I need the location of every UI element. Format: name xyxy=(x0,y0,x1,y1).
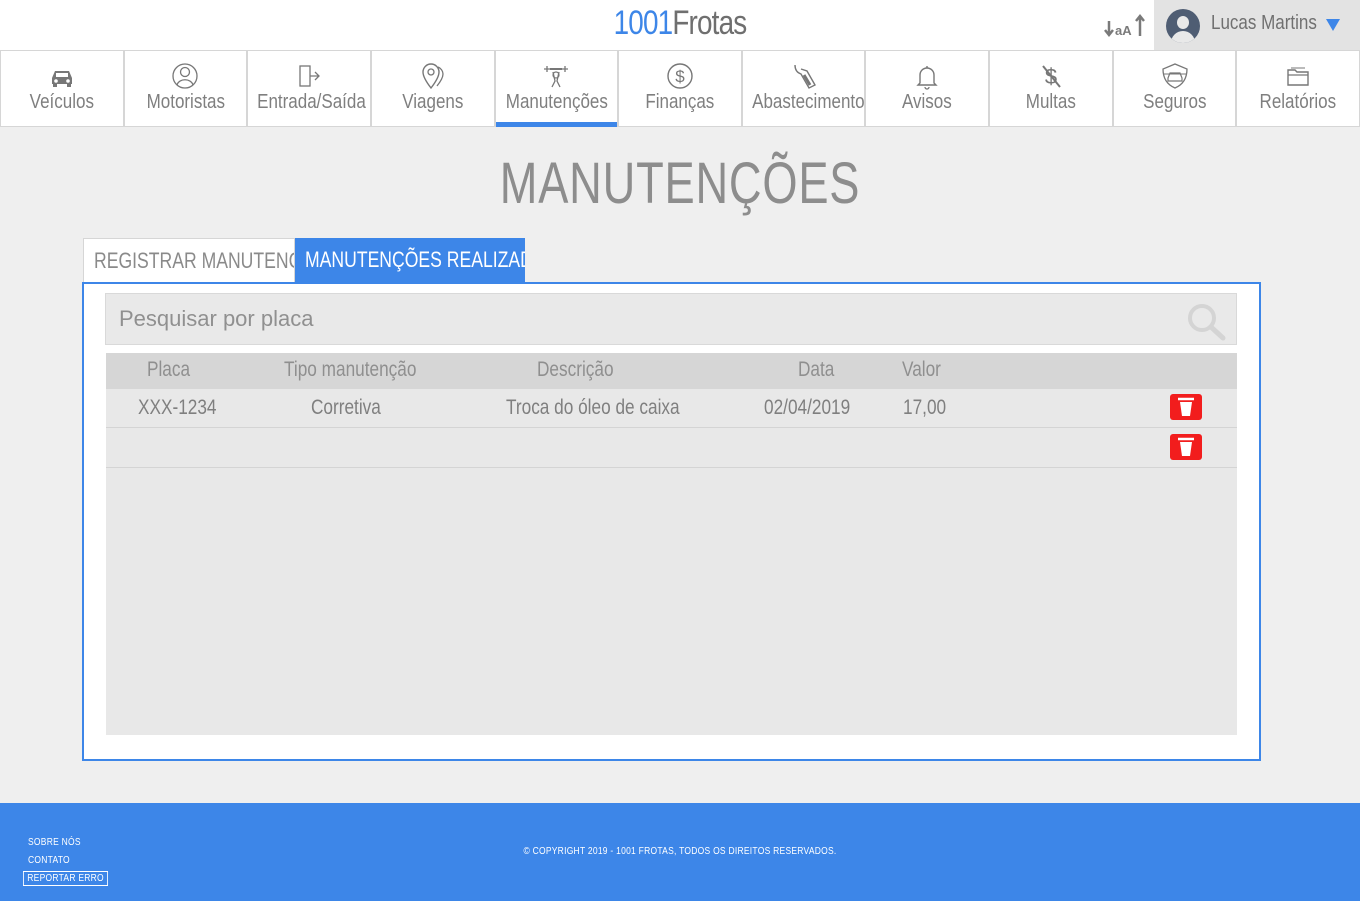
tab-manutencoes-realizadas[interactable]: MANUTENÇÕES REALIZADAS xyxy=(295,238,525,282)
brand-logo[interactable]: 1001Frotas xyxy=(122,4,1237,43)
nav-item-avisos[interactable]: Avisos xyxy=(865,51,990,126)
search-input[interactable] xyxy=(106,294,1166,344)
cell-placa: XXX-1234 xyxy=(138,396,217,419)
nav-label: Veículos xyxy=(29,91,94,113)
nav-label: Entrada/Saída xyxy=(257,91,367,113)
font-size-label: aA xyxy=(1115,23,1132,38)
nav-item-relatorios[interactable]: Relatórios xyxy=(1236,51,1360,126)
column-header-tipo[interactable]: Tipo manutenção xyxy=(284,358,416,382)
svg-text:$: $ xyxy=(675,67,685,86)
nav-label: Abastecimento xyxy=(751,91,865,113)
footer-link-contato[interactable]: CONTATO xyxy=(28,855,70,866)
nav-label: Avisos xyxy=(902,91,953,113)
cell-descricao: Troca do óleo de caixa xyxy=(506,396,680,419)
nav-item-motoristas[interactable]: Motoristas xyxy=(123,51,248,126)
wrench-icon xyxy=(544,66,569,88)
cell-data: 02/04/2019 xyxy=(764,396,851,419)
map-pin-icon xyxy=(422,63,444,90)
font-size-icon: aA xyxy=(1104,13,1145,38)
car-icon xyxy=(51,71,72,87)
column-header-data[interactable]: Data xyxy=(798,358,834,382)
nav-label: Motoristas xyxy=(146,91,225,113)
fuel-nozzle-icon xyxy=(793,64,816,89)
column-header-placa[interactable]: Placa xyxy=(147,358,190,382)
no-dollar-icon: $ xyxy=(1042,64,1061,89)
chevron-down-icon[interactable] xyxy=(1326,19,1340,31)
user-menu[interactable]: Lucas Martins xyxy=(1154,0,1360,50)
cell-tipo: Corretiva xyxy=(311,396,381,419)
footer: SOBRE NÓS CONTATO REPORTAR ERRO © COPYRI… xyxy=(0,803,1360,901)
maintenance-list-panel: Placa Tipo manutenção Descrição Data Val… xyxy=(82,282,1261,761)
table-row[interactable]: XXX-1234 Corretiva Troca do óleo de caix… xyxy=(106,389,1237,428)
driver-icon xyxy=(172,63,199,89)
font-size-toggle[interactable]: aA xyxy=(1104,12,1146,40)
door-exit-icon xyxy=(299,65,321,87)
nav-label: Finanças xyxy=(645,91,715,113)
brand-name: Frotas xyxy=(672,4,747,42)
column-header-descricao[interactable]: Descrição xyxy=(537,358,614,382)
cell-valor: 17,00 xyxy=(903,396,947,419)
bell-icon xyxy=(916,66,938,90)
nav-item-multas[interactable]: $ Multas xyxy=(989,51,1113,126)
delete-button[interactable] xyxy=(1170,394,1202,420)
nav-label: Multas xyxy=(1025,91,1076,113)
table-header: Placa Tipo manutenção Descrição Data Val… xyxy=(106,353,1237,389)
tab-registrar-manutencao[interactable]: REGISTRAR MANUTENÇÃO xyxy=(83,238,295,282)
user-name: Lucas Martins xyxy=(1211,12,1317,34)
footer-link-sobre-nos[interactable]: SOBRE NÓS xyxy=(28,837,81,848)
nav-label: Relatórios xyxy=(1259,91,1337,113)
nav-item-financas[interactable]: $ Finanças xyxy=(618,51,742,126)
tab-label: REGISTRAR MANUTENÇÃO xyxy=(94,248,294,273)
nav-item-entrada-saida[interactable]: Entrada/Saída xyxy=(247,51,371,126)
nav-label: Manutenções xyxy=(505,91,608,113)
trash-icon xyxy=(1178,397,1194,416)
page-title: MANUTENÇÕES xyxy=(499,151,861,216)
report-error-button[interactable]: REPORTAR ERRO xyxy=(23,871,109,886)
search-icon[interactable] xyxy=(1184,301,1228,341)
nav-item-manutencoes[interactable]: Manutenções xyxy=(494,51,619,127)
brand-number: 1001 xyxy=(613,4,674,42)
trash-icon xyxy=(1178,437,1194,456)
tab-label: MANUTENÇÕES REALIZADAS xyxy=(305,247,525,272)
folder-icon xyxy=(1287,67,1309,86)
car-shield-icon xyxy=(1161,63,1188,89)
nav-item-viagens[interactable]: Viagens xyxy=(370,51,495,126)
search-bar xyxy=(105,293,1237,345)
copyright-text: © COPYRIGHT 2019 - 1001 FROTAS, TODOS OS… xyxy=(523,846,837,857)
delete-button[interactable] xyxy=(1170,434,1202,460)
maintenance-table: Placa Tipo manutenção Descrição Data Val… xyxy=(106,353,1237,735)
nav-item-seguros[interactable]: Seguros xyxy=(1112,51,1237,126)
top-bar: 1001Frotas aA Lucas Martins xyxy=(0,0,1360,50)
table-row[interactable] xyxy=(106,429,1237,468)
column-header-valor[interactable]: Valor xyxy=(902,358,941,382)
nav-item-veiculos[interactable]: Veículos xyxy=(0,51,124,126)
dollar-icon: $ xyxy=(667,63,693,89)
nav-item-abastecimento[interactable]: Abastecimento xyxy=(741,51,866,126)
nav-label: Seguros xyxy=(1142,91,1207,113)
main-nav: Veículos Motoristas Entrada/Saída Viagen… xyxy=(0,50,1360,127)
avatar xyxy=(1166,9,1200,43)
nav-label: Viagens xyxy=(402,91,464,113)
